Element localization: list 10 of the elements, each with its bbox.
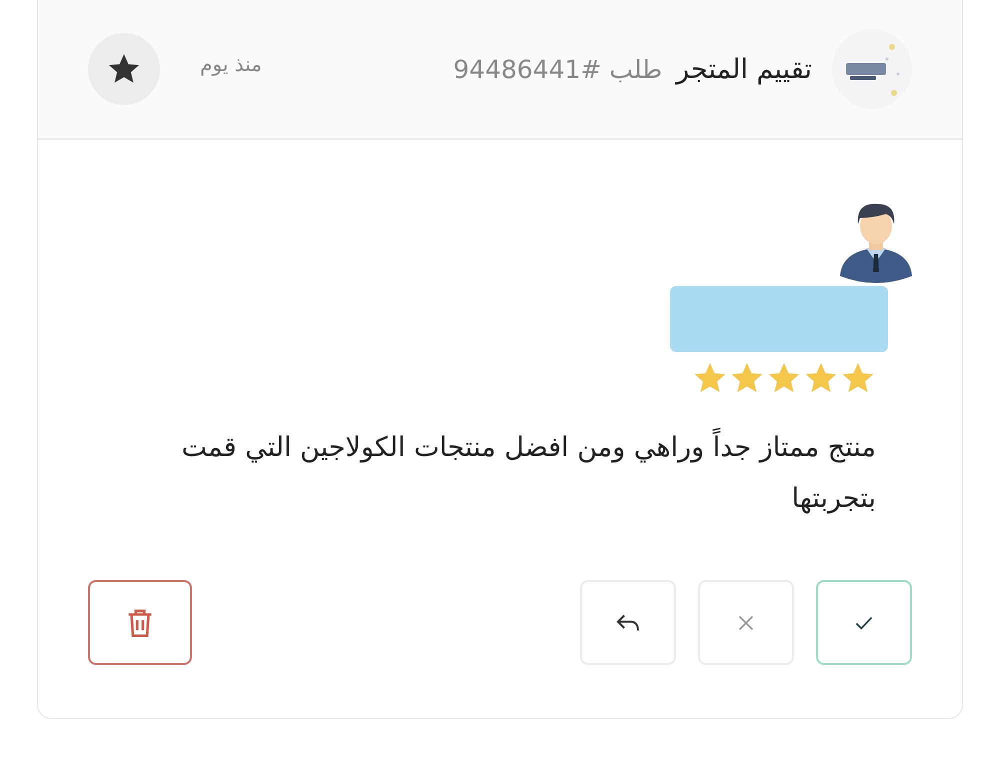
page-title: تقييم المتجر xyxy=(676,54,812,84)
order-number: طلب #94486441 xyxy=(453,54,662,84)
review-text: منتج ممتاز جداً وراهي ومن افضل منتجات الكولاجين التي قمت بتجربتها xyxy=(156,422,876,524)
reply-button[interactable] xyxy=(580,580,676,665)
star-icon xyxy=(109,54,139,84)
store-logo-icon xyxy=(832,29,912,109)
delete-button[interactable] xyxy=(88,580,192,665)
reject-button[interactable] xyxy=(698,580,794,665)
approve-button[interactable] xyxy=(816,580,912,665)
timestamp: منذ يوم xyxy=(200,52,262,78)
